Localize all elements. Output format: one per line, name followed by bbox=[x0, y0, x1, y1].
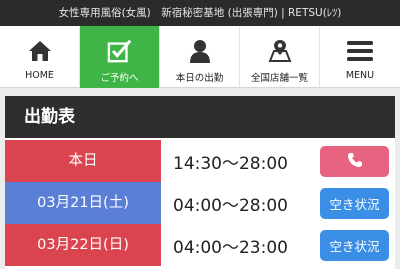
nav-home-label: HOME bbox=[25, 70, 54, 81]
schedule-date: 本日 bbox=[5, 140, 161, 182]
checkbox-icon bbox=[107, 38, 133, 64]
main-nav: HOME ご予約へ 本日の出勤 全国店舗一覧 MENU bbox=[0, 26, 400, 88]
home-icon bbox=[27, 38, 53, 64]
availability-button[interactable]: 空き状況 bbox=[320, 230, 389, 261]
schedule-row: 03月22日(日) 04:00〜23:00 空き状況 bbox=[5, 224, 395, 266]
nav-today-label: 本日の出勤 bbox=[175, 73, 224, 84]
nav-menu[interactable]: MENU bbox=[320, 26, 400, 88]
site-header: 女性専用風俗(女風) 新宿秘密基地 (出張専門) | RETSU(ﾚﾂ) bbox=[0, 0, 400, 26]
schedule-title: 出勤表 bbox=[5, 96, 395, 138]
phone-icon bbox=[347, 152, 363, 171]
nav-shops-label: 全国店舗一覧 bbox=[250, 73, 308, 84]
availability-button[interactable]: 空き状況 bbox=[320, 188, 389, 219]
nav-reserve[interactable]: ご予約へ bbox=[80, 26, 160, 88]
person-icon bbox=[187, 38, 213, 64]
schedule-row: 03月21日(土) 04:00〜28:00 空き状況 bbox=[5, 182, 395, 224]
nav-menu-label: MENU bbox=[345, 70, 375, 81]
schedule-panel: 出勤表 本日 14:30〜28:00 03月21日(土) 04:00〜28:00… bbox=[5, 96, 395, 269]
call-button[interactable] bbox=[320, 146, 389, 177]
site-header-text: 女性専用風俗(女風) 新宿秘密基地 (出張専門) | RETSU(ﾚﾂ) bbox=[58, 7, 342, 19]
nav-today[interactable]: 本日の出勤 bbox=[160, 26, 240, 88]
nav-shops[interactable]: 全国店舗一覧 bbox=[240, 26, 320, 88]
hamburger-icon bbox=[347, 38, 373, 64]
nav-reserve-label: ご予約へ bbox=[100, 73, 139, 84]
schedule-date: 03月22日(日) bbox=[5, 224, 161, 266]
nav-home[interactable]: HOME bbox=[0, 26, 80, 88]
schedule-row: 本日 14:30〜28:00 bbox=[5, 140, 395, 182]
map-pin-icon bbox=[267, 38, 293, 64]
schedule-date: 03月21日(土) bbox=[5, 182, 161, 224]
